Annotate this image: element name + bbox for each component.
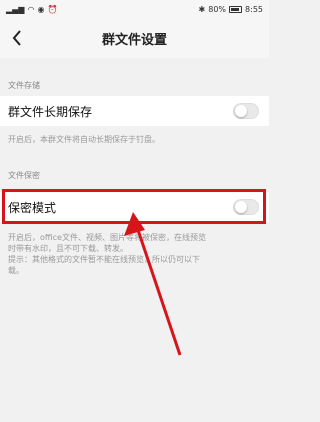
status-bar: ▂▄▆ ◠ ◉ ⏰ ✱ 80% 8:55 — [0, 0, 269, 18]
alarm-icon: ⏰ — [47, 4, 58, 14]
wifi-icon: ◠ — [27, 4, 35, 14]
section-label-storage: 文件存储 — [8, 81, 40, 90]
privacy-description-line-2: 时带有水印，且不可下载、转发。 — [8, 244, 128, 253]
signal-icon: ▂▄▆ — [6, 4, 25, 14]
chevron-left-icon[interactable] — [8, 28, 26, 48]
battery-percent: 80% — [208, 4, 227, 14]
row-label-long-term-storage: 群文件长期保存 — [8, 104, 93, 119]
section-label-privacy: 文件保密 — [8, 171, 40, 180]
battery-icon — [229, 5, 243, 13]
privacy-description: 开启后，office文件、视频、图片等将被保密，在线预览 时带有水印，且不可下载… — [8, 232, 206, 276]
privacy-description-line-4: 载。 — [8, 266, 24, 275]
bluetooth-icon: ✱ — [198, 4, 206, 14]
storage-description: 开启后，本群文件将自动长期保存于钉盘。 — [8, 135, 160, 144]
highlight-box — [2, 189, 266, 224]
toggle-knob — [235, 105, 247, 117]
nav-bar: 群文件设置 — [0, 18, 269, 58]
row-long-term-storage[interactable]: 群文件长期保存 — [0, 96, 269, 126]
status-left-icons: ▂▄▆ ◠ ◉ ⏰ — [6, 5, 57, 14]
privacy-description-line-3: 提示：其他格式的文件暂不能在线预览，所以仍可以下 — [8, 255, 200, 264]
status-right: ✱ 80% 8:55 — [199, 5, 263, 14]
toggle-long-term-storage[interactable] — [233, 103, 259, 119]
eye-icon: ◉ — [37, 4, 45, 14]
clock: 8:55 — [245, 4, 263, 14]
page-title: 群文件设置 — [101, 32, 167, 48]
privacy-description-line-1: 开启后，office文件、视频、图片等将被保密，在线预览 — [8, 233, 206, 242]
